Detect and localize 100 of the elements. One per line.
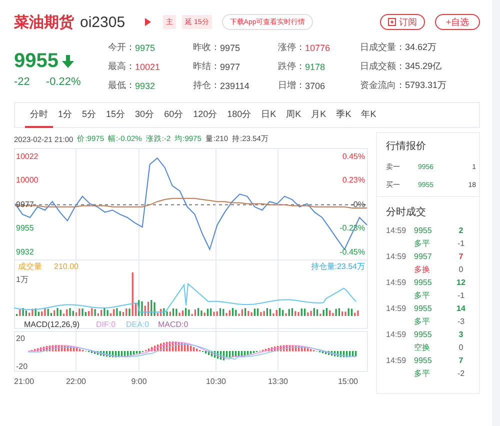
time-axis-label: 9:00 (131, 377, 147, 386)
stat-value: 345.29亿 (405, 60, 442, 73)
trade-volume: 14 (456, 304, 466, 313)
position-change: -3 (456, 317, 466, 326)
period-tab[interactable]: 15分 (101, 102, 130, 128)
stat-label: 持仓： (193, 79, 220, 92)
price-axis-label: 10022 (16, 152, 38, 162)
period-tab[interactable]: 周K (281, 102, 306, 128)
stat-label: 最低： (108, 79, 135, 92)
stat-value: 3706 (305, 80, 326, 90)
macd-legend: DIF:0 (96, 320, 116, 329)
trade-type: 多平 (414, 368, 431, 379)
trade-type: 多平 (414, 290, 431, 301)
stat-value: 10021 (135, 62, 160, 72)
trade-type: 多换 (414, 264, 431, 275)
trade-type: 多平 (414, 316, 431, 327)
trade-time: 14:59 (386, 278, 408, 287)
percent-change: -0.22% (46, 76, 81, 88)
macd-axis-label: -20 (16, 362, 28, 371)
trade-volume: 12 (456, 278, 466, 287)
time-axis-label: 15:00 (338, 377, 358, 386)
time-axis-label: 22:00 (66, 377, 86, 386)
position-change: -1 (456, 239, 466, 248)
volume-axis-label: 1万 (16, 275, 28, 284)
period-tab[interactable]: 120分 (188, 102, 222, 128)
period-tab[interactable]: 分时 (25, 102, 53, 128)
percent-axis-label: -0.45% (340, 248, 365, 257)
price-axis-label: 10000 (16, 175, 38, 184)
stat-value: 10776 (305, 42, 330, 52)
trade-price: 9955 (414, 304, 433, 313)
period-tab[interactable]: 60分 (159, 102, 188, 128)
trade-volume: 7 (458, 356, 464, 365)
time-axis-label: 10:30 (206, 377, 226, 386)
period-tab[interactable]: 180分 (222, 102, 256, 128)
period-tab[interactable]: 5分 (77, 102, 102, 128)
price-axis-label: 9932 (16, 248, 34, 257)
trade-price: 9955 (414, 226, 433, 235)
trade-time: 14:59 (386, 304, 408, 313)
stat-value: 239114 (220, 80, 250, 90)
trade-price: 9955 (414, 356, 433, 365)
percent-axis-label: -0% (350, 200, 365, 209)
trade-volume: 7 (458, 252, 464, 261)
stat-label: 今开： (108, 41, 135, 54)
stat-label: 日成交额： (360, 60, 405, 73)
volume-value: 210.00 (54, 262, 78, 271)
stat-label: 涨停： (278, 41, 305, 54)
percent-axis-label: 0.23% (342, 175, 365, 184)
watchlist-button[interactable]: +自选 (435, 14, 480, 30)
product-name: 菜油期货 (14, 12, 74, 32)
stat-value: 34.62万 (405, 41, 437, 54)
position-change: -2 (456, 369, 466, 378)
stat-value: 9975 (220, 42, 240, 52)
period-tab[interactable]: 30分 (130, 102, 160, 128)
stat-label: 最高： (108, 60, 135, 73)
trade-type: 空换 (414, 342, 431, 353)
trade-price: 9957 (414, 252, 433, 261)
subscribe-button[interactable]: 订阅 (380, 14, 425, 30)
period-tab[interactable]: 年K (356, 102, 382, 128)
macd-legend: MACD:0 (158, 320, 188, 329)
trade-time: 14:59 (386, 226, 408, 235)
stat-value: 9977 (220, 62, 240, 72)
trade-time: 14:59 (386, 330, 408, 339)
trade-price: 9955 (414, 330, 433, 339)
period-tab[interactable]: 日K (256, 102, 282, 128)
macd-title: MACD(12,26,9) (24, 320, 80, 329)
down-arrow-icon (62, 55, 74, 68)
box-icon (388, 18, 396, 26)
trade-volume: 2 (458, 226, 464, 235)
position-change: 0 (458, 343, 464, 352)
stat-label: 日增： (278, 79, 305, 92)
trade-price: 9955 (414, 278, 433, 287)
trade-type: 多平 (414, 238, 431, 249)
panel-title: 分时成交 (386, 206, 427, 219)
period-tab[interactable]: 1分 (53, 102, 78, 128)
play-icon (145, 18, 152, 26)
stat-value: 9932 (135, 80, 156, 90)
panel-title: 行情报价 (386, 140, 427, 153)
percent-axis-label: 0.45% (342, 152, 365, 162)
contract-code: oi2305 (80, 14, 126, 30)
price-axis-label: 9955 (16, 223, 34, 232)
trade-volume: 3 (458, 330, 464, 339)
stat-label: 跌停： (278, 60, 305, 73)
open-interest-label: 持仓量:23.54万 (310, 262, 365, 271)
time-axis-label: 21:00 (14, 377, 34, 386)
period-tab[interactable]: 月K (306, 102, 332, 128)
macd-legend: DEA:0 (126, 320, 150, 329)
trade-time: 14:59 (386, 252, 408, 261)
stat-label: 昨结： (193, 60, 220, 73)
stat-label: 资金流向： (360, 79, 405, 92)
position-change: 0 (458, 265, 464, 274)
trade-time: 14:59 (386, 356, 408, 365)
stat-value: 5793.31万 (405, 79, 447, 92)
stat-label: 日成交量： (360, 41, 405, 54)
time-axis-label: 13:30 (268, 377, 288, 386)
stat-label: 昨收： (193, 41, 220, 54)
period-tab[interactable]: 季K (331, 102, 356, 128)
stat-value: 9975 (135, 42, 156, 52)
price-change: -22 (14, 76, 30, 88)
stat-value: 9178 (305, 62, 326, 72)
macd-axis-label: 20 (16, 334, 25, 343)
